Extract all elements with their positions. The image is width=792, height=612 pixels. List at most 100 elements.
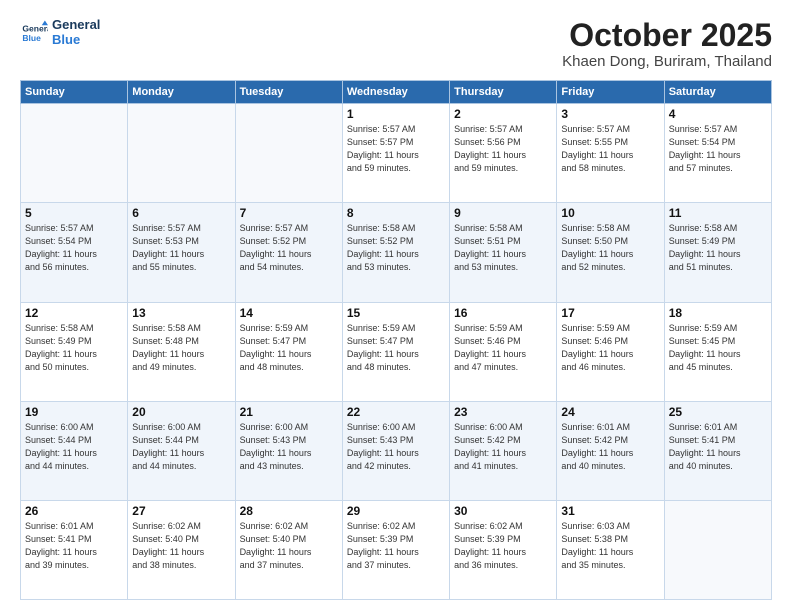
cell-info: Sunrise: 6:01 AM Sunset: 5:41 PM Dayligh… (25, 520, 123, 572)
day-number: 24 (561, 405, 659, 419)
calendar-cell: 7 Sunrise: 5:57 AM Sunset: 5:52 PM Daylig… (235, 203, 342, 302)
logo-icon: General Blue (20, 19, 48, 47)
calendar-cell: 19 Sunrise: 6:00 AM Sunset: 5:44 PM Dayli… (21, 401, 128, 500)
day-number: 5 (25, 206, 123, 220)
cell-info: Sunrise: 6:01 AM Sunset: 5:41 PM Dayligh… (669, 421, 767, 473)
day-number: 2 (454, 107, 552, 121)
logo-line1: General (52, 18, 100, 33)
weekday-header-friday: Friday (557, 81, 664, 104)
calendar-week-4: 19 Sunrise: 6:00 AM Sunset: 5:44 PM Dayli… (21, 401, 772, 500)
weekday-header-tuesday: Tuesday (235, 81, 342, 104)
cell-info: Sunrise: 5:58 AM Sunset: 5:51 PM Dayligh… (454, 222, 552, 274)
weekday-header-wednesday: Wednesday (342, 81, 449, 104)
day-number: 20 (132, 405, 230, 419)
month-title: October 2025 (562, 18, 772, 53)
calendar-cell: 29Sunrise: 6:02 AM Sunset: 5:39 PM Dayli… (342, 500, 449, 599)
day-number: 12 (25, 306, 123, 320)
day-number: 14 (240, 306, 338, 320)
day-number: 19 (25, 405, 123, 419)
weekday-header-sunday: Sunday (21, 81, 128, 104)
cell-info: Sunrise: 6:02 AM Sunset: 5:39 PM Dayligh… (347, 520, 445, 572)
cell-info: Sunrise: 5:57 AM Sunset: 5:56 PM Dayligh… (454, 123, 552, 175)
day-number: 6 (132, 206, 230, 220)
logo: General Blue General Blue (20, 18, 100, 48)
day-number: 7 (240, 206, 338, 220)
day-number: 23 (454, 405, 552, 419)
cell-info: Sunrise: 6:00 AM Sunset: 5:44 PM Dayligh… (132, 421, 230, 473)
day-number: 13 (132, 306, 230, 320)
calendar-week-5: 26 Sunrise: 6:01 AM Sunset: 5:41 PM Dayli… (21, 500, 772, 599)
cell-info: Sunrise: 5:57 AM Sunset: 5:54 PM Dayligh… (25, 222, 123, 274)
cell-info: Sunrise: 5:59 AM Sunset: 5:46 PM Dayligh… (454, 322, 552, 374)
page: General Blue General Blue October 2025 K… (0, 0, 792, 612)
cell-info: Sunrise: 5:59 AM Sunset: 5:45 PM Dayligh… (669, 322, 767, 374)
calendar-cell: 1 Sunrise: 5:57 AM Sunset: 5:57 PM Daylig… (342, 104, 449, 203)
calendar-cell: 30 Sunrise: 6:02 AM Sunset: 5:39 PM Dayli… (450, 500, 557, 599)
svg-text:Blue: Blue (22, 33, 41, 43)
cell-info: Sunrise: 5:57 AM Sunset: 5:57 PM Dayligh… (347, 123, 445, 175)
calendar-cell: 15Sunrise: 5:59 AM Sunset: 5:47 PM Dayli… (342, 302, 449, 401)
cell-info: Sunrise: 6:00 AM Sunset: 5:43 PM Dayligh… (347, 421, 445, 473)
day-number: 22 (347, 405, 445, 419)
weekday-header-row: SundayMondayTuesdayWednesdayThursdayFrid… (21, 81, 772, 104)
day-number: 18 (669, 306, 767, 320)
day-number: 3 (561, 107, 659, 121)
header: General Blue General Blue October 2025 K… (20, 18, 772, 70)
calendar-cell: 28 Sunrise: 6:02 AM Sunset: 5:40 PM Dayli… (235, 500, 342, 599)
cell-info: Sunrise: 6:00 AM Sunset: 5:43 PM Dayligh… (240, 421, 338, 473)
cell-info: Sunrise: 6:02 AM Sunset: 5:39 PM Dayligh… (454, 520, 552, 572)
location: Khaen Dong, Buriram, Thailand (562, 53, 772, 70)
cell-info: Sunrise: 6:02 AM Sunset: 5:40 PM Dayligh… (240, 520, 338, 572)
day-number: 21 (240, 405, 338, 419)
day-number: 10 (561, 206, 659, 220)
logo-line2: Blue (52, 33, 100, 48)
day-number: 25 (669, 405, 767, 419)
calendar-cell: 21 Sunrise: 6:00 AM Sunset: 5:43 PM Dayli… (235, 401, 342, 500)
calendar-cell (235, 104, 342, 203)
cell-info: Sunrise: 5:58 AM Sunset: 5:48 PM Dayligh… (132, 322, 230, 374)
day-number: 26 (25, 504, 123, 518)
calendar-cell: 23 Sunrise: 6:00 AM Sunset: 5:42 PM Dayli… (450, 401, 557, 500)
calendar-cell (664, 500, 771, 599)
calendar-cell (21, 104, 128, 203)
cell-info: Sunrise: 5:57 AM Sunset: 5:54 PM Dayligh… (669, 123, 767, 175)
calendar-table: SundayMondayTuesdayWednesdayThursdayFrid… (20, 80, 772, 600)
day-number: 30 (454, 504, 552, 518)
cell-info: Sunrise: 5:59 AM Sunset: 5:46 PM Dayligh… (561, 322, 659, 374)
day-number: 8 (347, 206, 445, 220)
day-number: 28 (240, 504, 338, 518)
calendar-cell: 11Sunrise: 5:58 AM Sunset: 5:49 PM Dayli… (664, 203, 771, 302)
calendar-cell: 18 Sunrise: 5:59 AM Sunset: 5:45 PM Dayli… (664, 302, 771, 401)
calendar-cell (128, 104, 235, 203)
calendar-cell: 9Sunrise: 5:58 AM Sunset: 5:51 PM Daylig… (450, 203, 557, 302)
calendar-cell: 22 Sunrise: 6:00 AM Sunset: 5:43 PM Dayli… (342, 401, 449, 500)
calendar-cell: 20 Sunrise: 6:00 AM Sunset: 5:44 PM Dayli… (128, 401, 235, 500)
calendar-cell: 6 Sunrise: 5:57 AM Sunset: 5:53 PM Daylig… (128, 203, 235, 302)
cell-info: Sunrise: 5:57 AM Sunset: 5:52 PM Dayligh… (240, 222, 338, 274)
cell-info: Sunrise: 6:02 AM Sunset: 5:40 PM Dayligh… (132, 520, 230, 572)
calendar-week-1: 1 Sunrise: 5:57 AM Sunset: 5:57 PM Daylig… (21, 104, 772, 203)
cell-info: Sunrise: 5:58 AM Sunset: 5:50 PM Dayligh… (561, 222, 659, 274)
calendar-week-3: 12Sunrise: 5:58 AM Sunset: 5:49 PM Dayli… (21, 302, 772, 401)
calendar-cell: 26 Sunrise: 6:01 AM Sunset: 5:41 PM Dayli… (21, 500, 128, 599)
calendar-cell: 12Sunrise: 5:58 AM Sunset: 5:49 PM Dayli… (21, 302, 128, 401)
cell-info: Sunrise: 6:00 AM Sunset: 5:42 PM Dayligh… (454, 421, 552, 473)
day-number: 1 (347, 107, 445, 121)
calendar-cell: 8 Sunrise: 5:58 AM Sunset: 5:52 PM Daylig… (342, 203, 449, 302)
calendar-week-2: 5 Sunrise: 5:57 AM Sunset: 5:54 PM Daylig… (21, 203, 772, 302)
calendar-cell: 24 Sunrise: 6:01 AM Sunset: 5:42 PM Dayli… (557, 401, 664, 500)
day-number: 15 (347, 306, 445, 320)
calendar-cell: 5 Sunrise: 5:57 AM Sunset: 5:54 PM Daylig… (21, 203, 128, 302)
title-block: October 2025 Khaen Dong, Buriram, Thaila… (562, 18, 772, 70)
calendar-cell: 3Sunrise: 5:57 AM Sunset: 5:55 PM Daylig… (557, 104, 664, 203)
cell-info: Sunrise: 5:57 AM Sunset: 5:53 PM Dayligh… (132, 222, 230, 274)
calendar-cell: 4Sunrise: 5:57 AM Sunset: 5:54 PM Daylig… (664, 104, 771, 203)
calendar-cell: 27Sunrise: 6:02 AM Sunset: 5:40 PM Dayli… (128, 500, 235, 599)
cell-info: Sunrise: 5:58 AM Sunset: 5:52 PM Dayligh… (347, 222, 445, 274)
calendar-cell: 10 Sunrise: 5:58 AM Sunset: 5:50 PM Dayli… (557, 203, 664, 302)
weekday-header-saturday: Saturday (664, 81, 771, 104)
cell-info: Sunrise: 6:00 AM Sunset: 5:44 PM Dayligh… (25, 421, 123, 473)
calendar-cell: 25 Sunrise: 6:01 AM Sunset: 5:41 PM Dayli… (664, 401, 771, 500)
cell-info: Sunrise: 6:01 AM Sunset: 5:42 PM Dayligh… (561, 421, 659, 473)
day-number: 11 (669, 206, 767, 220)
